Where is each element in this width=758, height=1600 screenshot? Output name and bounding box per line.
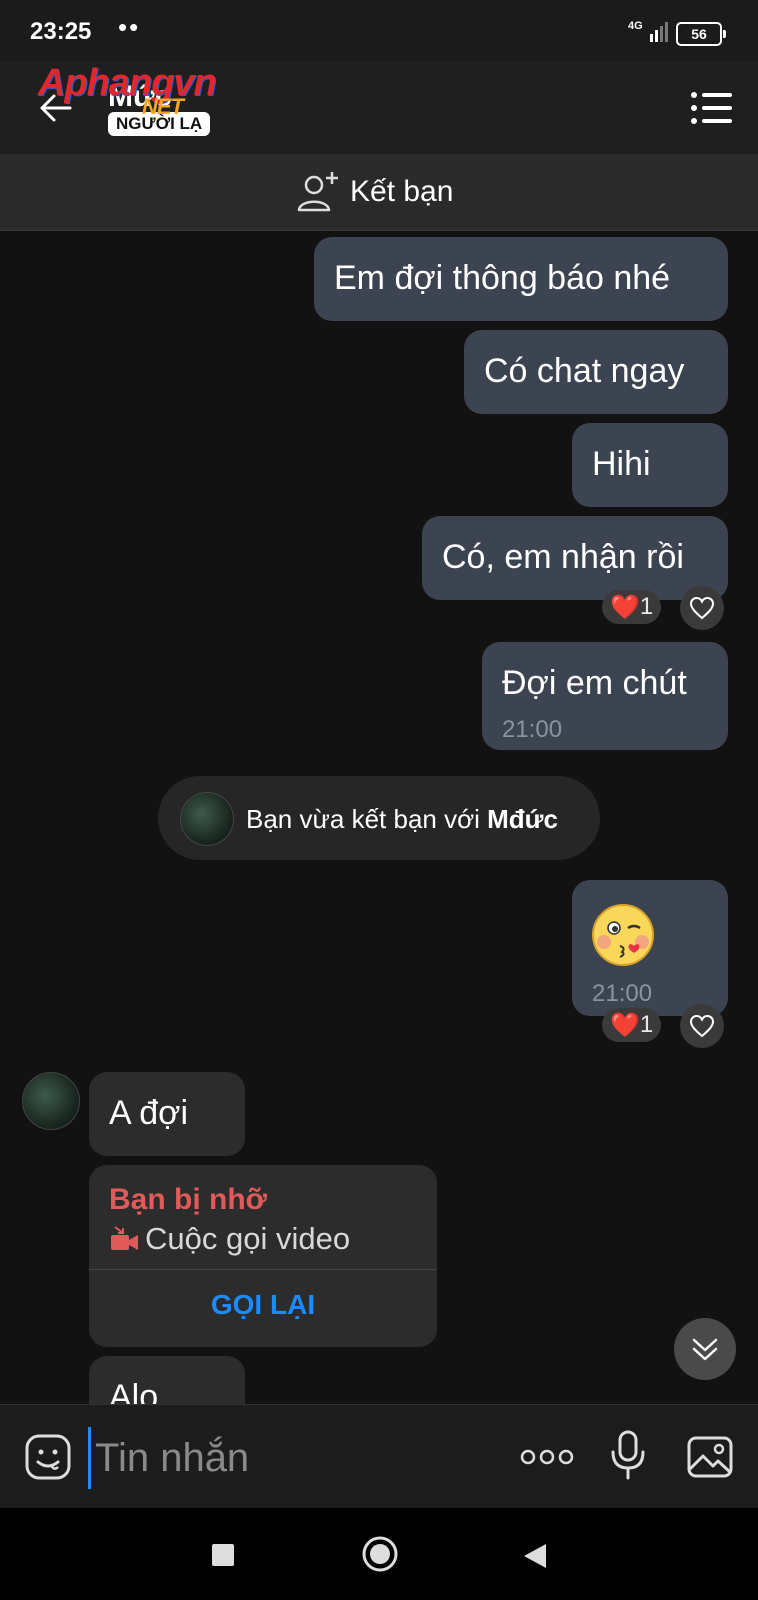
sticker-icon[interactable] bbox=[24, 1433, 72, 1481]
chat-header: Mức NGƯỜI LẠ Aphangvn NET bbox=[0, 62, 758, 154]
message-text: Hihi bbox=[592, 445, 651, 483]
kiss-emoji-icon bbox=[592, 904, 654, 966]
message-text: Có chat ngay bbox=[484, 352, 685, 390]
watermark-text: Aphangvn bbox=[38, 62, 217, 104]
missed-call-subtitle: Cuộc gọi video bbox=[109, 1221, 350, 1257]
system-message: Bạn vừa kết bạn với Mđức bbox=[158, 776, 600, 860]
status-dots: •• bbox=[118, 12, 141, 42]
message-time: 21:00 bbox=[592, 980, 653, 1007]
message-bubble[interactable]: Đợi em chút 21:00 bbox=[482, 642, 728, 750]
add-friend-button[interactable]: Kết bạn bbox=[296, 170, 453, 214]
sticker-bubble[interactable]: 21:00 bbox=[572, 880, 728, 1016]
status-bar: 23:25 •• 4G 56 bbox=[0, 0, 758, 62]
heart-outline-icon bbox=[689, 1014, 715, 1038]
reaction-number: 1 bbox=[639, 1011, 654, 1038]
reaction-count[interactable]: ❤️ 1 bbox=[602, 1008, 662, 1042]
watermark-suffix: NET bbox=[142, 94, 184, 119]
watermark-logo: Aphangvn NET bbox=[38, 62, 217, 119]
message-input-bar bbox=[0, 1404, 758, 1509]
status-time: 23:25 bbox=[30, 18, 92, 45]
reaction-count[interactable]: ❤️ 1 bbox=[602, 590, 662, 624]
system-prefix: Bạn vừa kết bạn với bbox=[246, 804, 488, 834]
contact-avatar[interactable] bbox=[22, 1072, 80, 1130]
message-bubble[interactable]: Có, em nhận rồi bbox=[422, 516, 728, 600]
scroll-to-bottom-button[interactable] bbox=[674, 1318, 736, 1380]
system-nav-bar bbox=[0, 1508, 758, 1600]
battery-level: 56 bbox=[691, 26, 707, 42]
message-text: A đợi bbox=[109, 1094, 189, 1132]
call-back-button[interactable]: GỌI LẠI bbox=[89, 1289, 437, 1321]
message-bubble[interactable]: Hihi bbox=[572, 423, 728, 507]
reaction-number: 1 bbox=[639, 593, 654, 620]
heart-icon: ❤️ bbox=[610, 593, 640, 621]
message-text: Đợi em chút bbox=[502, 664, 687, 702]
friend-name[interactable]: Mđức bbox=[487, 804, 558, 834]
chevron-double-down-icon bbox=[692, 1338, 718, 1361]
missed-call-type: Cuộc gọi video bbox=[145, 1221, 351, 1256]
react-button[interactable] bbox=[680, 1004, 724, 1048]
react-button[interactable] bbox=[680, 586, 724, 630]
more-options-icon[interactable] bbox=[520, 1449, 574, 1465]
missed-call-title: Bạn bị nhỡ bbox=[109, 1183, 267, 1216]
add-friend-label: Kết bạn bbox=[350, 175, 454, 208]
image-gallery-icon[interactable] bbox=[686, 1435, 734, 1479]
recent-apps-button[interactable] bbox=[212, 1544, 234, 1566]
system-message-text: Bạn vừa kết bạn với Mđức bbox=[246, 804, 558, 835]
message-input[interactable] bbox=[88, 1427, 517, 1489]
avatar[interactable] bbox=[180, 792, 234, 846]
heart-outline-icon bbox=[689, 596, 715, 620]
divider bbox=[89, 1269, 437, 1270]
home-button[interactable] bbox=[360, 1534, 400, 1574]
list-menu-icon[interactable] bbox=[690, 90, 732, 126]
message-text: Có, em nhận rồi bbox=[442, 538, 684, 576]
message-bubble[interactable]: A đợi bbox=[89, 1072, 245, 1156]
message-bubble[interactable]: Có chat ngay bbox=[464, 330, 728, 414]
message-bubble[interactable]: Alo bbox=[89, 1356, 245, 1404]
message-time: 21:00 bbox=[502, 716, 563, 743]
message-text: Em đợi thông báo nhé bbox=[334, 259, 671, 297]
signal-icon bbox=[650, 22, 668, 42]
add-user-icon bbox=[297, 172, 338, 212]
add-friend-bar[interactable]: Kết bạn bbox=[0, 154, 758, 231]
message-bubble[interactable]: Em đợi thông báo nhé bbox=[314, 237, 728, 321]
microphone-icon[interactable] bbox=[608, 1429, 648, 1481]
missed-video-call-icon bbox=[111, 1226, 138, 1250]
message-text: Alo bbox=[109, 1378, 159, 1404]
heart-icon: ❤️ bbox=[610, 1011, 640, 1039]
battery-icon: 56 bbox=[676, 22, 726, 46]
back-nav-button[interactable] bbox=[522, 1542, 548, 1570]
network-label: 4G bbox=[628, 20, 643, 32]
missed-call-card[interactable]: Bạn bị nhỡ Cuộc gọi video GỌI LẠI bbox=[89, 1165, 437, 1347]
